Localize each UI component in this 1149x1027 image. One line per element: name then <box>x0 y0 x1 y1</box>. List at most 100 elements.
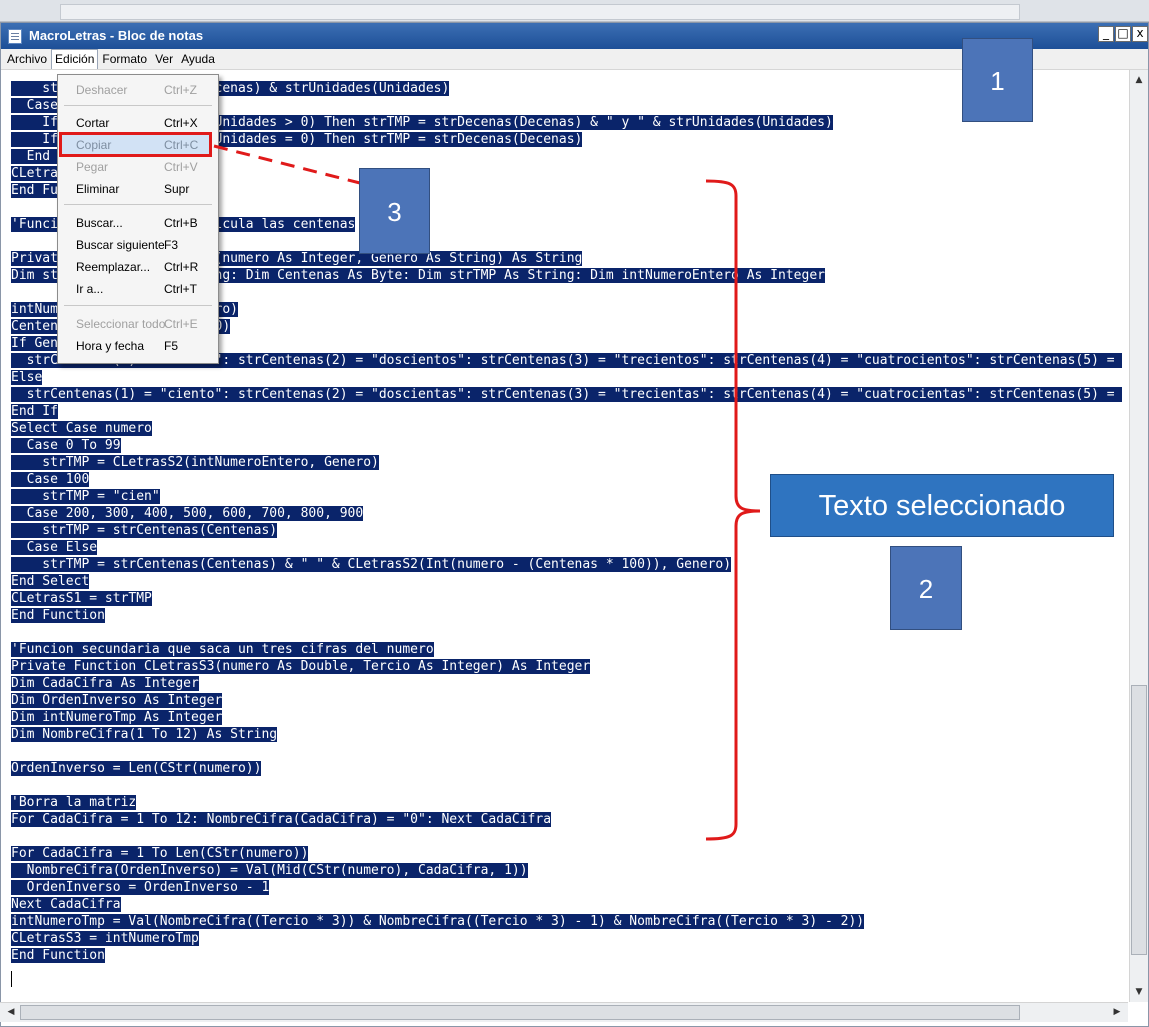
horizontal-scrollbar[interactable]: ◀ ▶ <box>0 1002 1128 1022</box>
code-line-text: 'Borra la matriz <box>11 795 137 810</box>
code-line: Next CadaCifra <box>11 897 121 913</box>
code-line: Dim NombreCifra(1 To 12) As String <box>11 727 278 743</box>
code-line-text: strTMP = "cien" <box>11 489 160 504</box>
code-line: End Function <box>11 948 105 964</box>
close-button[interactable]: x <box>1132 26 1148 42</box>
scroll-left-icon[interactable]: ◀ <box>2 1003 20 1022</box>
code-line: 'Borra la matriz <box>11 795 137 811</box>
code-line-text: OrdenInverso = OrdenInverso - 1 <box>11 880 270 895</box>
code-line-text: Else <box>11 370 43 385</box>
code-line: For CadaCifra = 1 To Len(CStr(numero)) <box>11 846 309 862</box>
menu-item-seleccionar-todo[interactable]: Seleccionar todo Ctrl+E <box>60 313 216 335</box>
code-line: strTMP = strCentenas(Centenas) & " " & C… <box>11 557 732 573</box>
menu-item-shortcut: Ctrl+T <box>164 282 197 296</box>
menu-item-shortcut: F5 <box>164 339 179 353</box>
code-line: Private Function CLetrasS3(numero As Dou… <box>11 659 591 675</box>
code-line-text: Case 0 To 99 <box>11 438 121 453</box>
notepad-icon <box>8 29 22 44</box>
code-line: Dim CadaCifra As Integer <box>11 676 199 692</box>
menu-item-ir-a[interactable]: Ir a... Ctrl+T <box>60 278 216 300</box>
code-line-text: intNumeroTmp = Val(NombreCifra((Tercio *… <box>11 914 865 929</box>
menu-item-reemplazar[interactable]: Reemplazar... Ctrl+R <box>60 256 216 278</box>
vertical-scroll-thumb[interactable] <box>1131 685 1147 955</box>
menu-item-buscar[interactable]: Buscar... Ctrl+B <box>60 212 216 234</box>
menu-item-label: Hora y fecha <box>76 339 145 353</box>
menu-item-shortcut: Ctrl+V <box>164 160 198 174</box>
menu-item-shortcut: Supr <box>164 182 190 196</box>
code-line-text: Dim intNumeroTmp As Integer <box>11 710 223 725</box>
menu-item-shortcut: F3 <box>164 238 179 252</box>
code-line: Case 0 To 99 <box>11 438 121 454</box>
code-line-text: Case 100 <box>11 472 90 487</box>
menu-item-label: Seleccionar todo <box>76 317 166 331</box>
menu-item-label: Reemplazar... <box>76 260 151 274</box>
code-line-text: strCentenas(1) = "ciento": strCentenas(2… <box>11 387 1123 402</box>
menu-formato[interactable]: Formato <box>98 49 151 69</box>
menu-edicion[interactable]: Edición <box>51 49 99 69</box>
vertical-scrollbar[interactable]: ▲ ▼ <box>1129 70 1148 1002</box>
menu-ver[interactable]: Ver <box>151 49 177 69</box>
menu-archivo[interactable]: Archivo <box>3 49 51 69</box>
menu-item-label: Deshacer <box>76 83 128 97</box>
menu-separator <box>64 305 212 306</box>
menu-item-label: Pegar <box>76 160 109 174</box>
menu-item-label: Ir a... <box>76 282 104 296</box>
copiar-highlight-box <box>59 132 212 157</box>
menu-item-hora-y-fecha[interactable]: Hora y fecha F5 <box>60 335 216 357</box>
menu-item-deshacer[interactable]: Deshacer Ctrl+Z <box>60 79 216 101</box>
code-line: strTMP = strCentenas(Centenas) <box>11 523 278 539</box>
code-line: For CadaCifra = 1 To 12: NombreCifra(Cad… <box>11 812 552 828</box>
code-line: End If <box>11 404 58 420</box>
code-line: Case Else <box>11 540 98 556</box>
maximize-button[interactable]: □ <box>1115 26 1131 42</box>
menu-separator <box>64 105 212 106</box>
code-line: CLetrasS3 = intNumeroTmp <box>11 931 199 947</box>
code-line: strCentenas(1) = "ciento": strCentenas(2… <box>11 387 1123 403</box>
code-line-text: End If <box>11 404 58 419</box>
code-line-text: Case 200, 300, 400, 500, 600, 700, 800, … <box>11 506 364 521</box>
code-line-text: Next CadaCifra <box>11 897 121 912</box>
code-line: OrdenInverso = OrdenInverso - 1 <box>11 880 270 896</box>
edit-menu-dropdown: DeshacerCtrl+ZCortarCtrl+XCopiarCtrl+CPe… <box>57 74 219 364</box>
menu-item-shortcut: Ctrl+R <box>164 260 199 274</box>
window-controls: _ □ x <box>1097 26 1148 42</box>
scroll-right-icon[interactable]: ▶ <box>1108 1003 1126 1022</box>
minimize-button[interactable]: _ <box>1098 26 1114 42</box>
menu-ayuda[interactable]: Ayuda <box>177 49 219 69</box>
code-line: End Select <box>11 574 90 590</box>
code-line: intNumeroTmp = Val(NombreCifra((Tercio *… <box>11 914 865 930</box>
code-line: CLetrasS1 = strTMP <box>11 591 152 607</box>
menu-item-shortcut: Ctrl+X <box>164 116 198 130</box>
menu-item-eliminar[interactable]: Eliminar Supr <box>60 178 216 200</box>
horizontal-scroll-thumb[interactable] <box>20 1005 1020 1020</box>
code-line-text: CLetrasS1 = strTMP <box>11 591 152 606</box>
menu-item-buscar-siguiente[interactable]: Buscar siguiente F3 <box>60 234 216 256</box>
code-line-text: Dim NombreCifra(1 To 12) As String <box>11 727 278 742</box>
menu-item-pegar[interactable]: Pegar Ctrl+V <box>60 156 216 178</box>
callout-1: 1 <box>962 38 1033 122</box>
code-line: OrdenInverso = Len(CStr(numero)) <box>11 761 262 777</box>
code-line: Else <box>11 370 43 386</box>
code-line-text: Private Function CLetrasS3(numero As Dou… <box>11 659 591 674</box>
scroll-down-icon[interactable]: ▼ <box>1130 984 1148 1000</box>
code-line: Dim intNumeroTmp As Integer <box>11 710 223 726</box>
code-line-text: strTMP = CLetrasS2(intNumeroEntero, Gene… <box>11 455 379 470</box>
menu-item-cortar[interactable]: Cortar Ctrl+X <box>60 112 216 134</box>
code-line-text: End Function <box>11 608 105 623</box>
scroll-up-icon[interactable]: ▲ <box>1130 72 1148 88</box>
menu-item-shortcut: Ctrl+E <box>164 317 198 331</box>
window-title: MacroLetras - Bloc de notas <box>29 28 204 43</box>
menu-item-label: Eliminar <box>76 182 120 196</box>
code-line: Select Case numero <box>11 421 152 437</box>
code-line-text: Select Case numero <box>11 421 152 436</box>
code-line: Case 100 <box>11 472 90 488</box>
selected-text-label: Texto seleccionado <box>770 474 1114 537</box>
callout-3: 3 <box>359 168 430 254</box>
code-line-text: strTMP = strCentenas(Centenas) <box>11 523 278 538</box>
menu-item-label: Buscar siguiente <box>76 238 165 252</box>
menu-item-shortcut: Ctrl+B <box>164 216 198 230</box>
code-line: Dim OrdenInverso As Integer <box>11 693 223 709</box>
code-line: strTMP = CLetrasS2(intNumeroEntero, Gene… <box>11 455 379 471</box>
code-line: 'Funcion secundaria que saca un tres cif… <box>11 642 434 658</box>
callout-2: 2 <box>890 546 962 630</box>
